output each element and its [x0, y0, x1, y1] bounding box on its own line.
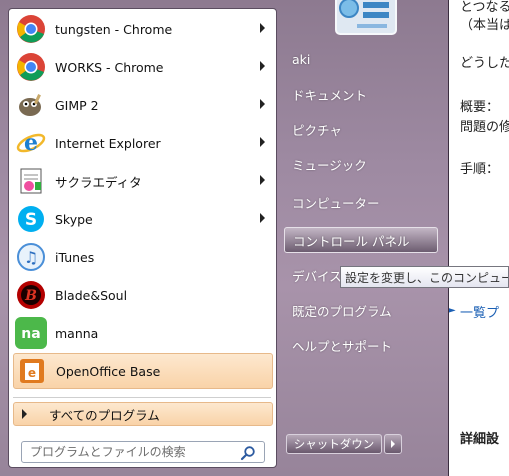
program-item-manna[interactable]: na manna	[13, 315, 273, 351]
program-label: manna	[55, 325, 99, 341]
link-label: デバイス	[292, 268, 342, 284]
link-label: コンピューター	[292, 195, 380, 211]
shutdown-group: シャットダウン	[286, 434, 402, 454]
link-arrow-icon: ►	[448, 305, 456, 316]
chrome-icon	[15, 51, 47, 83]
document-text-line: 手順：	[460, 162, 500, 177]
program-label: iTunes	[55, 249, 95, 265]
computer-link[interactable]: コンピューター	[284, 189, 438, 215]
program-item-openoffice-base[interactable]: e OpenOffice Base	[13, 353, 273, 389]
submenu-arrow-icon[interactable]	[260, 99, 265, 109]
pinned-programs-pane: tungsten - Chrome WORKS - Chrome GIMP 2 …	[8, 8, 277, 468]
svg-text:B: B	[24, 288, 37, 304]
search-box[interactable]	[21, 441, 265, 463]
chrome-icon	[15, 13, 47, 45]
svg-text:S: S	[25, 210, 37, 230]
svg-text:e: e	[28, 366, 36, 380]
program-label: GIMP 2	[55, 97, 99, 113]
link-label: コントロール パネル	[293, 233, 410, 249]
link-label: 既定のプログラム	[292, 303, 392, 319]
link-label: ドキュメント	[292, 87, 368, 103]
documents-link[interactable]: ドキュメント	[284, 81, 438, 107]
document-text-line: 概要：	[460, 100, 500, 115]
program-label: WORKS - Chrome	[55, 59, 164, 75]
chevron-right-icon	[391, 440, 395, 448]
link-label: ヘルプとサポート	[292, 338, 393, 354]
play-triangle-icon	[22, 409, 27, 419]
svg-text:e: e	[24, 130, 38, 156]
program-item-gimp[interactable]: GIMP 2	[13, 87, 273, 123]
program-label: Skype	[55, 211, 93, 227]
shutdown-options-button[interactable]	[384, 434, 402, 454]
start-menu: tungsten - Chrome WORKS - Chrome GIMP 2 …	[0, 0, 449, 476]
internet-explorer-icon: e	[15, 127, 47, 159]
all-programs-button[interactable]: すべてのプログラム	[13, 402, 273, 426]
svg-text:♫: ♫	[24, 248, 38, 267]
link-label: ミュージック	[292, 157, 367, 173]
program-item-sakura-editor[interactable]: サクラエディタ	[13, 163, 273, 199]
program-item-itunes[interactable]: ♫ iTunes	[13, 239, 273, 275]
default-programs-link[interactable]: 既定のプログラム	[284, 297, 438, 323]
search-icon[interactable]	[240, 445, 256, 461]
all-programs-label: すべてのプログラム	[49, 407, 160, 423]
document-link[interactable]: 一覧プ	[460, 302, 499, 321]
openoffice-base-icon: e	[16, 355, 48, 387]
control-panel-link[interactable]: コントロール パネル	[284, 227, 438, 253]
user-folder-link[interactable]: aki	[284, 46, 438, 72]
link-label: ピクチャ	[292, 122, 342, 138]
program-item-works-chrome[interactable]: WORKS - Chrome	[13, 49, 273, 85]
shutdown-button[interactable]: シャットダウン	[286, 434, 382, 454]
help-and-support-link[interactable]: ヘルプとサポート	[284, 332, 438, 358]
document-text-line: とつなる	[460, 0, 509, 15]
program-label: Blade&Soul	[55, 287, 128, 303]
manna-icon: na	[15, 317, 47, 349]
system-links-pane: aki ドキュメント ピクチャ ミュージック コンピューター コントロール パネ…	[280, 0, 448, 476]
program-item-internet-explorer[interactable]: e Internet Explorer	[13, 125, 273, 161]
submenu-arrow-icon[interactable]	[260, 175, 265, 185]
program-label: tungsten - Chrome	[55, 21, 173, 37]
document-text-line: 詳細設	[460, 432, 500, 447]
music-link[interactable]: ミュージック	[284, 151, 438, 177]
document-text-line: 問題の修	[460, 120, 509, 135]
program-item-blade-and-soul[interactable]: B Blade&Soul	[13, 277, 273, 313]
program-item-tungsten-chrome[interactable]: tungsten - Chrome	[13, 11, 273, 47]
program-item-skype[interactable]: S Skype	[13, 201, 273, 237]
search-input[interactable]	[28, 444, 232, 460]
submenu-arrow-icon[interactable]	[260, 213, 265, 223]
background-document: とつなる （本当は どうしたら 概要： 問題の修 手順： ► 一覧プ 詳細設	[440, 0, 509, 476]
document-text-line: どうしたら	[460, 56, 509, 71]
blade-and-soul-icon: B	[15, 279, 47, 311]
submenu-arrow-icon[interactable]	[260, 61, 265, 71]
program-label: Internet Explorer	[55, 135, 161, 151]
skype-icon: S	[15, 203, 47, 235]
tooltip: 設定を変更し、このコンピューターの機能をカスタマイズします。	[340, 266, 509, 288]
submenu-arrow-icon[interactable]	[260, 137, 265, 147]
separator	[13, 397, 271, 398]
sakura-editor-icon	[15, 165, 47, 197]
document-text-line: （本当は	[460, 18, 509, 33]
itunes-icon: ♫	[15, 241, 47, 273]
gimp-icon	[15, 89, 47, 121]
program-label: サクラエディタ	[55, 174, 142, 190]
program-label: OpenOffice Base	[56, 363, 161, 379]
submenu-arrow-icon[interactable]	[260, 23, 265, 33]
pictures-link[interactable]: ピクチャ	[284, 116, 438, 142]
svg-text:na: na	[21, 326, 40, 342]
link-label: aki	[292, 51, 311, 67]
